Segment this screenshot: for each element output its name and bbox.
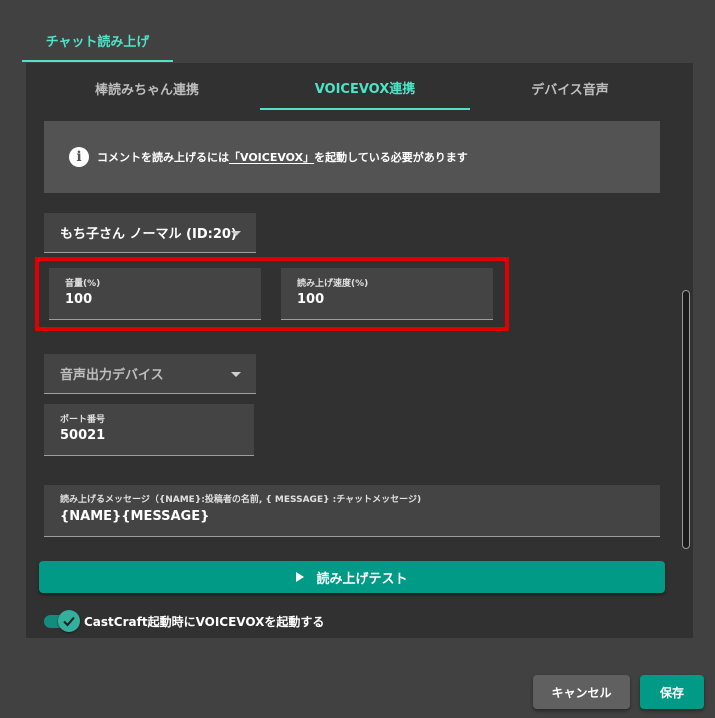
play-icon — [296, 572, 305, 582]
info-banner: i コメントを読み上げるには「VOICEVOX」を起動している必要があります — [44, 121, 660, 193]
voice-select[interactable]: もち子さん ノーマル (ID:20) — [44, 213, 256, 253]
chevron-down-icon — [231, 371, 241, 377]
message-template-field[interactable]: 読み上げるメッセージ（{NAME}:投稿者の名前, { MESSAGE} :チャ… — [44, 485, 660, 537]
voicevox-link[interactable]: 「VOICEVOX」 — [229, 151, 314, 164]
tab-voicevox[interactable]: VOICEVOX連携 — [260, 66, 470, 110]
port-label: ポート番号 — [60, 415, 106, 425]
port-field[interactable]: ポート番号 50021 — [44, 404, 254, 456]
output-device-select[interactable]: 音声出力デバイス — [44, 354, 256, 394]
message-template-label: 読み上げるメッセージ（{NAME}:投稿者の名前, { MESSAGE} :チャ… — [60, 495, 422, 505]
tab-chat-reading[interactable]: チャット読み上げ — [22, 20, 173, 62]
tab-device-audio[interactable]: デバイス音声 — [465, 66, 675, 110]
output-device-placeholder: 音声出力デバイス — [60, 368, 164, 383]
info-text: コメントを読み上げるには「VOICEVOX」を起動している必要があります — [97, 151, 468, 164]
autostart-toggle-label: CastCraft起動時にVOICEVOXを起動する — [84, 615, 325, 629]
port-value: 50021 — [60, 428, 106, 443]
scrollbar-thumb[interactable] — [682, 290, 690, 549]
message-template-value: {NAME}{MESSAGE} — [60, 509, 210, 524]
autostart-toggle[interactable] — [58, 610, 80, 632]
tab-bouyomichan[interactable]: 棒読みちゃん連携 — [42, 66, 252, 110]
check-icon — [63, 616, 75, 627]
save-button[interactable]: 保存 — [640, 675, 704, 709]
read-test-label: 読み上げテスト — [316, 571, 408, 587]
read-test-button[interactable]: 読み上げテスト — [39, 561, 665, 593]
info-icon: i — [69, 147, 89, 167]
cancel-button[interactable]: キャンセル — [533, 675, 630, 709]
chevron-down-icon — [231, 230, 241, 236]
voice-select-value: もち子さん ノーマル (ID:20) — [60, 227, 237, 242]
highlight-box — [35, 257, 509, 331]
